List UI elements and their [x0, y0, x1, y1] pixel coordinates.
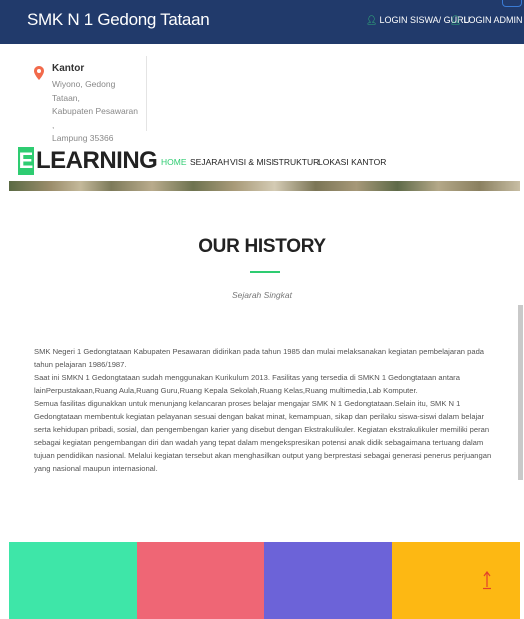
- nav-sejarah[interactable]: SEJARAH: [190, 157, 229, 167]
- history-paragraph: SMK Negeri 1 Gedongtataan Kabupaten Pesa…: [34, 347, 485, 369]
- nav-struktur[interactable]: STRUKTUR: [273, 157, 319, 167]
- hero-banner-image: [9, 181, 520, 191]
- footer-block-green: [9, 542, 137, 619]
- site-brand[interactable]: SMK N 1 Gedong Tataan: [27, 10, 210, 30]
- nav-lokasi-kantor[interactable]: LOKASI KANTOR: [318, 157, 386, 167]
- footer-block-red: [137, 542, 264, 619]
- history-paragraph: Saat ini SMKN 1 Gedongtataan sudah mengg…: [34, 373, 460, 395]
- section-title: OUR HISTORY: [198, 236, 326, 257]
- office-address-line: Lampung 35366: [52, 133, 114, 143]
- footer-block-purple: [264, 542, 392, 619]
- corner-tab[interactable]: [502, 0, 522, 7]
- history-text: SMK Negeri 1 Gedongtataan Kabupaten Pesa…: [34, 345, 502, 475]
- logo-text: LEARNING: [36, 147, 158, 174]
- user-icon: 👤︎: [450, 15, 462, 25]
- office-address-line: Wiyono, Gedong Tataan,: [52, 79, 116, 103]
- office-address: Wiyono, Gedong Tataan, Kabupaten Pesawar…: [52, 78, 142, 146]
- nav-visi-misi[interactable]: VISI & MISI: [230, 157, 274, 167]
- section-subtitle: Sejarah Singkat: [231, 290, 292, 300]
- office-address-line: Kabupaten Pesawaran ,: [52, 106, 139, 130]
- top-header-bar: SMK N 1 Gedong Tataan 👤︎ LOGIN SISWA/ GUR…: [0, 0, 524, 44]
- logo-e: E: [18, 147, 34, 175]
- history-paragraph: Semua fasilitas digunakkan untuk menunja…: [34, 399, 492, 473]
- map-pin-icon: [34, 66, 44, 80]
- footer-block-yellow: [392, 542, 520, 619]
- title-underline: [250, 271, 280, 273]
- arrow-up-icon[interactable]: [482, 570, 492, 590]
- login-admin-link[interactable]: 👤︎ LOGIN ADMIN: [450, 15, 522, 26]
- office-title: Kantor: [52, 63, 85, 74]
- user-icon: 👤︎: [366, 15, 378, 25]
- nav-home[interactable]: HOME: [161, 157, 187, 167]
- scrollbar[interactable]: [518, 305, 523, 480]
- divider: [146, 56, 147, 131]
- login-admin-label: LOGIN ADMIN: [463, 15, 523, 25]
